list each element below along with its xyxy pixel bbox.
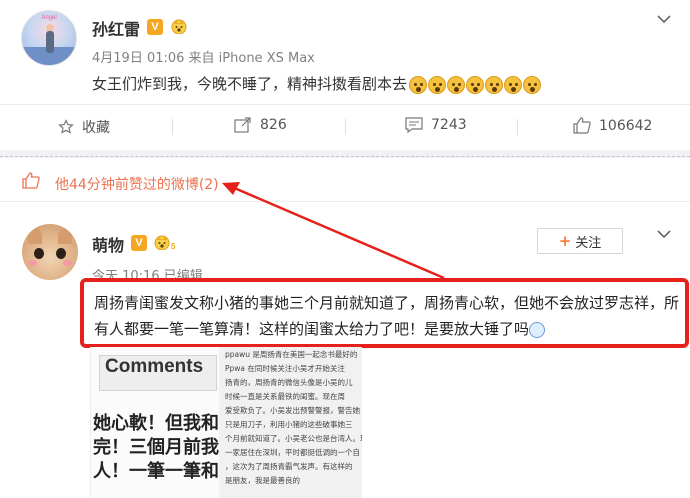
annotation-arrow bbox=[222, 182, 445, 280]
